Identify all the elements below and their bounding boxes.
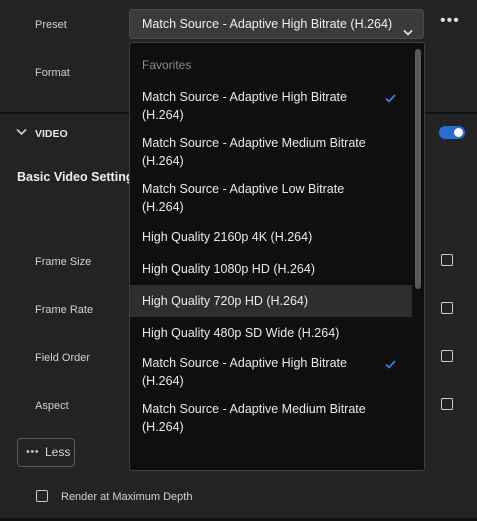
more-dots-icon: •••: [26, 446, 40, 458]
render-max-depth-checkbox[interactable]: [36, 490, 48, 502]
aspect-checkbox[interactable]: [441, 398, 453, 410]
dropdown-item-hovered[interactable]: High Quality 720p HD (H.264): [130, 285, 412, 317]
dropdown-item-label: Match Source - Adaptive Medium Bitrate (…: [142, 136, 366, 168]
preset-dropdown[interactable]: Match Source - Adaptive High Bitrate (H.…: [129, 9, 424, 39]
video-toggle[interactable]: [439, 126, 465, 139]
dropdown-item-label: High Quality 1080p HD (H.264): [142, 262, 315, 276]
frame-rate-label: Frame Rate: [35, 304, 94, 316]
basic-video-settings-heading: Basic Video Settings: [17, 170, 141, 184]
preset-value: Match Source - Adaptive High Bitrate (H.…: [142, 17, 393, 31]
dropdown-item[interactable]: Match Source - Adaptive High Bitrate (H.…: [130, 349, 412, 395]
field-order-label: Field Order: [35, 352, 91, 364]
render-max-depth-label: Render at Maximum Depth: [61, 491, 193, 503]
dropdown-item[interactable]: Match Source - Adaptive Medium Bitrate (…: [130, 395, 412, 441]
dropdown-item[interactable]: Match Source - Adaptive Medium Bitrate (…: [130, 129, 412, 175]
dropdown-list: Match Source - Adaptive High Bitrate (H.…: [130, 83, 412, 441]
frame-size-label: Frame Size: [35, 256, 92, 268]
dropdown-item-label: High Quality 2160p 4K (H.264): [142, 230, 313, 244]
dropdown-item[interactable]: High Quality 1080p HD (H.264): [130, 253, 412, 285]
frame-size-checkbox[interactable]: [441, 254, 453, 266]
more-options-icon[interactable]: •••: [440, 13, 460, 29]
dropdown-item[interactable]: Match Source - Adaptive High Bitrate (H.…: [130, 83, 412, 129]
favorites-section-header: Favorites: [142, 58, 192, 72]
check-icon: [385, 356, 396, 374]
less-button-label: Less: [45, 445, 71, 459]
check-icon: [385, 90, 396, 108]
dropdown-item[interactable]: Match Source - Adaptive Low Bitrate (H.2…: [130, 175, 412, 221]
dropdown-item[interactable]: High Quality 480p SD Wide (H.264): [130, 317, 412, 349]
field-order-checkbox[interactable]: [441, 350, 453, 362]
dropdown-item-label: Match Source - Adaptive Medium Bitrate (…: [142, 402, 366, 434]
frame-rate-checkbox[interactable]: [441, 302, 453, 314]
dropdown-item-label: High Quality 480p SD Wide (H.264): [142, 326, 340, 340]
aspect-label: Aspect: [35, 400, 69, 412]
dropdown-item-label: Match Source - Adaptive Low Bitrate (H.2…: [142, 182, 345, 214]
dropdown-scrollbar[interactable]: [415, 49, 421, 289]
collapse-chevron-icon[interactable]: [16, 127, 27, 139]
toggle-knob: [454, 128, 463, 137]
less-button[interactable]: ••• Less: [17, 438, 75, 467]
dropdown-item-label: Match Source - Adaptive High Bitrate (H.…: [142, 90, 347, 122]
preset-dropdown-menu[interactable]: Favorites Match Source - Adaptive High B…: [129, 42, 425, 471]
format-label: Format: [35, 67, 70, 79]
preset-label: Preset: [35, 19, 67, 31]
dropdown-item-label: High Quality 720p HD (H.264): [142, 294, 309, 308]
video-section-title: VIDEO: [35, 128, 68, 140]
dropdown-item[interactable]: High Quality 2160p 4K (H.264): [130, 221, 412, 253]
dropdown-item-label: Match Source - Adaptive High Bitrate (H.…: [142, 356, 347, 388]
